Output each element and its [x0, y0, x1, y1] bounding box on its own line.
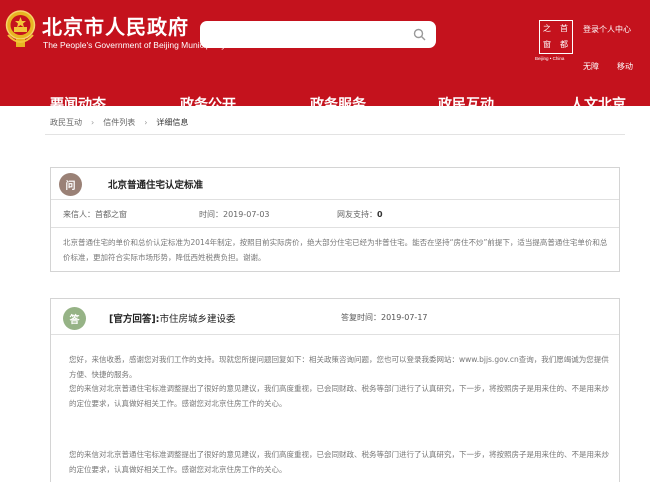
site-header: 北京市人民政府 The People's Government of Beiji…	[0, 0, 650, 106]
divider	[45, 134, 625, 135]
site-title[interactable]: 北京市人民政府	[42, 11, 189, 40]
breadcrumb-interaction[interactable]: 政民互动	[50, 117, 82, 128]
answer-card: 答 [官方回答]:市住房城乡建设委 答复时间：2019-07-17 您好，来信收…	[50, 298, 620, 482]
breadcrumb-separator-icon: ›	[144, 117, 148, 127]
question-meta-row: 来信人：首都之窗 时间：2019-07-03 网友支持：0	[51, 200, 619, 228]
search-box[interactable]	[200, 21, 436, 48]
answer-date: 答复时间：2019-07-17	[341, 312, 428, 323]
nav-government-affairs[interactable]: 政务公开	[180, 94, 236, 106]
nav-interaction[interactable]: 政民互动	[438, 94, 494, 106]
question-badge: 问	[59, 173, 82, 196]
answer-date-value: 2019-07-17	[381, 313, 428, 322]
support-label: 网友支持：	[337, 210, 377, 219]
time-label: 时间：	[199, 210, 223, 219]
question-title: 北京普通住宅认定标准	[108, 180, 204, 191]
capital-window-logo[interactable]: 之 首 窗 都	[539, 20, 573, 54]
sender-info: 来信人：首都之窗	[63, 209, 127, 220]
answer-org: 市住房城乡建设委	[159, 314, 236, 325]
breadcrumb-separator-icon: ›	[91, 117, 95, 127]
nav-government-services[interactable]: 政务服务	[310, 94, 366, 106]
accessibility-link[interactable]: 无障	[583, 61, 599, 72]
national-emblem-icon	[5, 10, 36, 47]
support-count: 网友支持：0	[337, 209, 383, 220]
logo-char: 之	[543, 24, 551, 33]
official-answer-tag: [官方回答]:	[109, 314, 160, 325]
question-card: 问 北京普通住宅认定标准 来信人：首都之窗 时间：2019-07-03 网友支持…	[50, 167, 620, 272]
logo-char: 窗	[543, 40, 551, 49]
sender-label: 来信人：	[63, 210, 95, 219]
mobile-link[interactable]: 移动	[617, 61, 633, 72]
logo-char: 都	[560, 40, 568, 49]
answer-date-label: 答复时间：	[341, 313, 381, 322]
user-center-link[interactable]: 登录个人中心	[583, 24, 631, 35]
breadcrumb-letter-list[interactable]: 信件列表	[103, 117, 135, 128]
breadcrumb: 政民互动 › 信件列表 › 详细信息	[50, 114, 188, 130]
site-subtitle: The People's Government of Beijing Munic…	[43, 40, 226, 50]
answer-body: 您好，来信收悉，感谢您对我们工作的支持。现就您所提问题回复如下：相关政策咨询问题…	[69, 353, 609, 477]
search-input[interactable]	[210, 21, 410, 48]
answer-title-row: 答 [官方回答]:市住房城乡建设委 答复时间：2019-07-17	[51, 299, 619, 335]
nav-culture[interactable]: 人文北京	[570, 94, 626, 106]
question-title-row: 问 北京普通住宅认定标准	[51, 168, 619, 200]
question-time: 时间：2019-07-03	[199, 209, 270, 220]
nav-news[interactable]: 要闻动态	[50, 94, 106, 106]
logo-char: 首	[560, 24, 568, 33]
search-icon[interactable]	[413, 28, 426, 41]
answer-paragraph: 您的来信对北京普通住宅标准调整提出了很好的意见建议，我们高度重视，已会同财政、税…	[69, 450, 609, 474]
answer-paragraph: 您好，来信收悉，感谢您对我们工作的支持。现就您所提问题回复如下：相关政策咨询问题…	[69, 355, 609, 379]
time-value: 2019-07-03	[223, 210, 270, 219]
logo-caption: Beijing • China	[535, 56, 565, 61]
answer-paragraph: 您的来信对北京普通住宅标准调整提出了很好的意见建议，我们高度重视，已会同财政、税…	[69, 384, 609, 408]
support-value: 0	[377, 210, 383, 219]
answer-title: [官方回答]:市住房城乡建设委	[109, 311, 236, 325]
answer-badge: 答	[63, 307, 86, 330]
sender-value: 首都之窗	[95, 210, 127, 219]
breadcrumb-detail: 详细信息	[156, 117, 189, 127]
question-body: 北京普通住宅的单价和总价认定标准为2014年制定，按照目前实际房价，绝大部分住宅…	[63, 238, 608, 262]
